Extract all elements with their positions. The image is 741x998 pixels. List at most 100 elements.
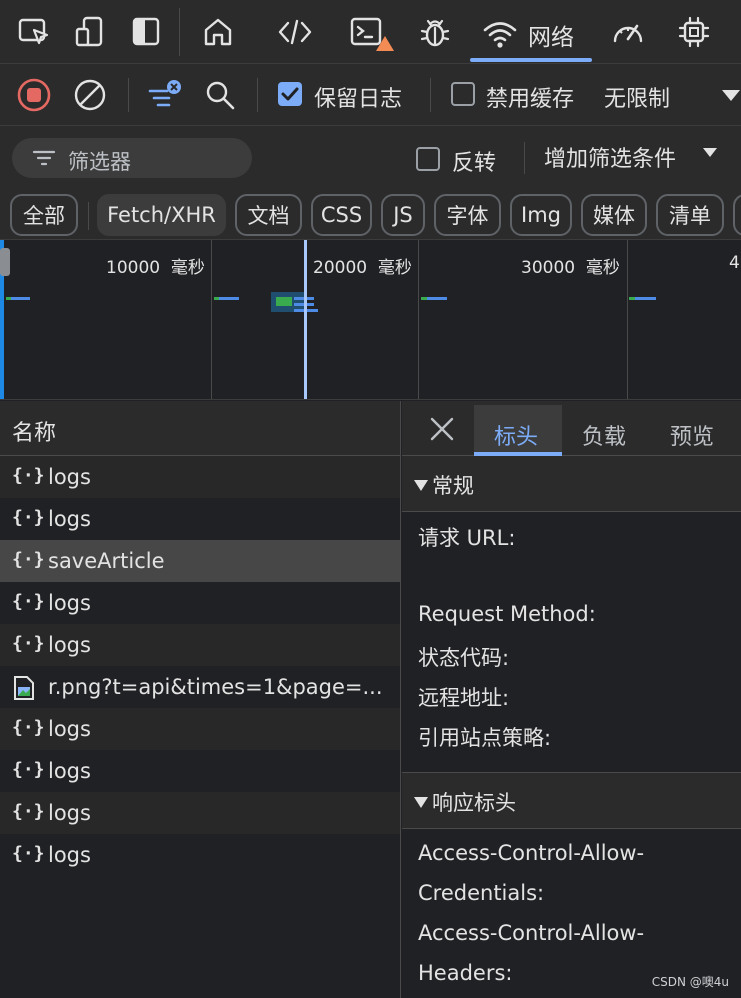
request-name: logs xyxy=(48,759,91,783)
timeline-tick: 10000 毫秒 xyxy=(106,258,205,278)
clear-log-icon[interactable] xyxy=(70,75,110,115)
table-row[interactable]: {·} logs xyxy=(0,582,400,624)
chip-label: 文档 xyxy=(247,204,290,228)
chevron-down-icon[interactable] xyxy=(722,90,740,101)
timeline-bar xyxy=(219,297,239,300)
request-name: logs xyxy=(48,465,91,489)
tab-payload[interactable]: 负载 xyxy=(582,419,626,451)
device-emulation-icon[interactable] xyxy=(70,12,110,52)
invert-label: 反转 xyxy=(452,151,497,176)
inspect-icon[interactable] xyxy=(14,12,54,52)
xhr-braces-icon: {·} xyxy=(12,717,45,738)
chevron-down-icon[interactable] xyxy=(703,148,717,157)
chip-manifest[interactable]: 清单 xyxy=(656,194,724,236)
timeline-playhead[interactable] xyxy=(304,240,307,399)
table-row[interactable]: {·} logs xyxy=(0,834,400,876)
throttling-select[interactable]: 无限制 xyxy=(604,81,670,113)
xhr-braces-icon: {·} xyxy=(12,465,45,486)
chip-all[interactable]: 全部 xyxy=(10,194,78,236)
table-row[interactable]: {·} logs xyxy=(0,456,400,498)
tab-network-label: 网络 xyxy=(528,25,574,51)
chip-font[interactable]: 字体 xyxy=(434,194,501,236)
xhr-braces-icon: {·} xyxy=(12,549,45,570)
chip-label: 字体 xyxy=(446,204,489,228)
chip-more[interactable] xyxy=(733,194,741,236)
more-filters-dropdown[interactable]: 增加筛选条件 xyxy=(544,141,676,173)
chip-label: Fetch/XHR xyxy=(107,203,216,227)
timeline-overview[interactable]: 10000 毫秒 20000 毫秒 30000 毫秒 4 xyxy=(0,240,741,400)
sources-bug-icon[interactable] xyxy=(415,12,455,52)
response-headers-section-header[interactable]: 响应标头 xyxy=(402,773,741,829)
request-name: saveArticle xyxy=(48,549,165,573)
chip-label: Img xyxy=(521,203,561,227)
memory-chip-icon[interactable] xyxy=(674,12,714,52)
filter-clear-icon[interactable] xyxy=(146,75,186,115)
chip-label: CSS xyxy=(320,203,363,227)
details-tab-bar: 标头 负载 预览 xyxy=(402,401,741,456)
referrer-policy-label: 引用站点策略: xyxy=(418,726,552,750)
devtools-tab-bar: 网络 xyxy=(0,0,741,64)
chip-img[interactable]: Img xyxy=(510,194,572,236)
xhr-braces-icon: {·} xyxy=(12,759,45,780)
resource-type-filter: 全部 Fetch/XHR 文档 CSS JS 字体 Img 媒体 清单 xyxy=(0,190,741,240)
header-name: Credentials: xyxy=(418,881,545,905)
checkmark-icon xyxy=(281,87,299,101)
disable-cache-label: 禁用缓存 xyxy=(486,87,575,112)
table-row[interactable]: r.png?t=api&times=1&page=... xyxy=(0,666,400,708)
timeline-tick: 30000 毫秒 xyxy=(521,258,620,278)
tab-preview[interactable]: 预览 xyxy=(670,419,714,451)
request-list: 名称 {·} logs {·} logs {·} saveArticle {·} logs {·… xyxy=(0,401,401,998)
response-headers-title: 响应标头 xyxy=(432,791,516,815)
watermark: CSDN @噢4u xyxy=(651,975,729,989)
xhr-braces-icon: {·} xyxy=(12,801,45,822)
xhr-braces-icon: {·} xyxy=(12,591,45,612)
status-code-label: 状态代码: xyxy=(418,646,510,670)
timeline-left-handle[interactable] xyxy=(0,248,10,276)
filter-icon xyxy=(32,150,56,166)
header-name: Access-Control-Allow- xyxy=(418,841,645,865)
table-row[interactable]: {·} logs xyxy=(0,792,400,834)
dock-sidebar-icon[interactable] xyxy=(126,12,166,52)
image-file-icon xyxy=(12,675,38,700)
chip-fetch-xhr[interactable]: Fetch/XHR xyxy=(97,194,226,236)
xhr-braces-icon: {·} xyxy=(12,507,45,528)
tab-network[interactable]: 网络 xyxy=(470,0,595,64)
search-icon[interactable] xyxy=(200,75,240,115)
warning-badge-icon xyxy=(376,36,394,51)
table-row[interactable]: {·} logs xyxy=(0,498,400,540)
table-row[interactable]: {·} logs xyxy=(0,708,400,750)
filter-row: 筛选器 反转 增加筛选条件 xyxy=(0,126,741,190)
chip-label: 清单 xyxy=(669,204,711,228)
request-name: logs xyxy=(48,633,91,657)
table-row[interactable]: {·} saveArticle xyxy=(0,540,400,582)
table-row[interactable]: {·} logs xyxy=(0,750,400,792)
table-row[interactable]: {·} logs xyxy=(0,624,400,666)
name-column-header[interactable]: 名称 xyxy=(0,401,400,456)
timeline-tick: 20000 毫秒 xyxy=(313,258,412,278)
close-icon[interactable] xyxy=(428,415,456,443)
performance-gauge-icon[interactable] xyxy=(608,12,648,52)
invert-checkbox[interactable] xyxy=(416,147,440,171)
chip-media[interactable]: 媒体 xyxy=(581,194,647,236)
network-toolbar: 保留日志 禁用缓存 无限制 xyxy=(0,64,741,126)
filter-placeholder: 筛选器 xyxy=(68,150,131,174)
elements-code-icon[interactable] xyxy=(275,12,315,52)
active-tab-indicator xyxy=(470,58,592,62)
general-section-header[interactable]: 常规 xyxy=(402,456,741,512)
chip-js[interactable]: JS xyxy=(381,194,425,236)
filter-input[interactable]: 筛选器 xyxy=(12,138,252,178)
stop-recording-icon[interactable] xyxy=(14,75,54,115)
caret-down-icon xyxy=(414,797,428,808)
disable-cache-checkbox[interactable] xyxy=(451,82,475,106)
chip-doc[interactable]: 文档 xyxy=(235,194,302,236)
request-details-panel: 标头 负载 预览 常规 请求 URL: Request Method: 状态代码… xyxy=(402,401,741,998)
chip-css[interactable]: CSS xyxy=(311,194,372,236)
welcome-home-icon[interactable] xyxy=(198,12,238,52)
header-name: Headers: xyxy=(418,961,513,985)
request-name: logs xyxy=(48,843,91,867)
tab-headers[interactable]: 标头 xyxy=(494,419,538,451)
preserve-log-label: 保留日志 xyxy=(314,87,403,112)
request-url-label: 请求 URL: xyxy=(418,526,516,550)
preserve-log-checkbox[interactable] xyxy=(278,82,302,106)
request-name: logs xyxy=(48,717,91,741)
